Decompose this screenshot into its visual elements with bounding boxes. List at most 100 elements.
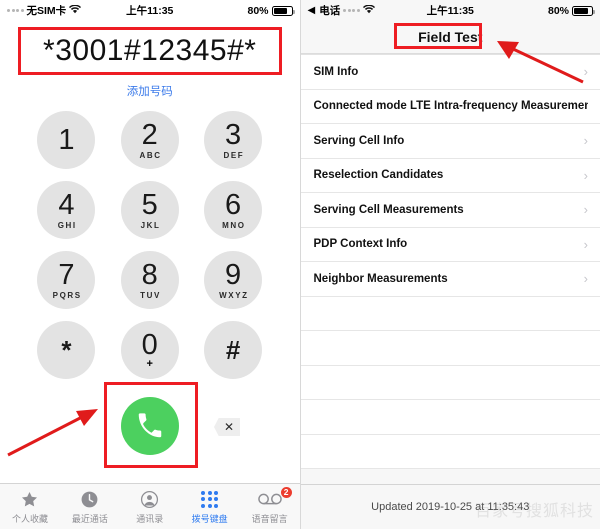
key-4[interactable]: 4 GHI	[37, 181, 96, 239]
tab-label: 个人收藏	[11, 513, 48, 524]
list-item-label: SIM Info	[313, 65, 359, 78]
tab-keypad[interactable]: 拨号键盘	[180, 484, 240, 529]
chevron-right-icon: ›	[583, 202, 588, 218]
list-item-serving-cell-measurements[interactable]: Serving Cell Measurements ›	[300, 193, 600, 228]
dialed-number-display[interactable]: *3001#12345#*	[18, 25, 282, 77]
status-right-group-right: 80%	[547, 4, 595, 17]
chevron-right-icon: ›	[583, 236, 588, 252]
list-item-sim-info[interactable]: SIM Info ›	[300, 55, 600, 90]
dial-keypad: 1 2 ABC 3 DEF 4 GHI 5 JKL 6 MNO 7 PQRS 8 TUV 9W…	[25, 111, 275, 379]
status-bar-right: ◀ 电话 上午11:35 80%	[300, 0, 600, 21]
key-digit: 9	[225, 258, 242, 291]
back-app-label: 电话	[319, 5, 341, 17]
battery-percent-left: 80%	[247, 4, 269, 17]
key-digit: 3	[225, 118, 242, 151]
add-number-link[interactable]: 添加号码	[0, 83, 300, 99]
call-button[interactable]	[121, 397, 179, 455]
phone-icon	[138, 413, 162, 438]
phone-screen-dialer: 无SIM卡 上午11:35 80% *3001#12345#* 添加号码 1 2…	[0, 0, 300, 529]
chevron-right-icon: ›	[583, 133, 588, 149]
key-0[interactable]: 0 +	[120, 321, 179, 379]
list-item-neighbor-measurements[interactable]: Neighbor Measurements ›	[300, 262, 600, 297]
status-left-group-right[interactable]: ◀ 电话	[308, 3, 375, 18]
tab-label: 语音留言	[251, 513, 288, 524]
battery-icon-left	[271, 5, 295, 16]
list-item-empty	[300, 400, 600, 435]
key-letters: WXYZ	[219, 290, 249, 300]
list-item-label: Serving Cell Measurements	[313, 203, 464, 216]
chevron-right-icon: ›	[583, 167, 588, 183]
navigation-bar: Field Test	[300, 21, 600, 54]
key-9[interactable]: 9 WXYZ	[204, 251, 263, 309]
dual-screenshot: 无SIM卡 上午11:35 80% *3001#12345#* 添加号码 1 2…	[0, 0, 600, 529]
key-3[interactable]: 3 DEF	[204, 111, 263, 169]
updated-timestamp: Updated 2019-10-25 at 11:35:43	[371, 501, 530, 513]
list-item-empty	[300, 434, 600, 469]
back-arrow-icon: ◀	[307, 4, 316, 16]
tab-voicemail[interactable]: 2 语音留言	[240, 484, 300, 529]
carrier-label: 无SIM卡	[26, 5, 67, 17]
key-6[interactable]: 6 MNO	[204, 181, 263, 239]
dialed-number-text: *3001#12345#*	[43, 34, 257, 67]
keypad-icon	[201, 489, 219, 510]
key-letters: JKL	[140, 220, 161, 230]
wifi-icon	[362, 4, 375, 17]
list-item-serving-cell-info[interactable]: Serving Cell Info ›	[300, 124, 600, 159]
voicemail-badge: 2	[279, 485, 293, 499]
tab-label: 拨号键盘	[191, 513, 228, 524]
key-letters: DEF	[223, 150, 245, 160]
dialer-action-row: ✕	[0, 382, 300, 468]
key-2[interactable]: 2 ABC	[120, 111, 179, 169]
status-left-group: 无SIM卡	[7, 3, 82, 18]
key-letters: PQRS	[52, 290, 82, 300]
list-item-label: Reselection Candidates	[313, 169, 444, 182]
page-title: Field Test	[418, 29, 483, 45]
list-item-label: Neighbor Measurements	[313, 272, 448, 285]
list-item-empty	[300, 296, 600, 331]
tab-contacts[interactable]: 通讯录	[120, 484, 180, 529]
key-digit: 7	[58, 258, 75, 291]
list-item-label: Connected mode LTE Intra-frequency Measu…	[313, 100, 589, 113]
key-8[interactable]: 8 TUV	[120, 251, 179, 309]
list-item-reselection-candidates[interactable]: Reselection Candidates ›	[300, 158, 600, 193]
phone-screen-field-test: ◀ 电话 上午11:35 80% Field Test SIM Info › C…	[299, 0, 600, 529]
voicemail-icon: 2	[257, 485, 293, 510]
key-letters: MNO	[222, 220, 246, 230]
key-letters: GHI	[57, 220, 77, 230]
key-hash[interactable]: #	[204, 321, 263, 379]
signal-dots-icon	[7, 9, 24, 12]
key-digit: 1	[58, 123, 75, 156]
tab-favorites[interactable]: 个人收藏	[0, 484, 60, 529]
tab-recents[interactable]: 最近通话	[60, 484, 120, 529]
battery-percent-right: 80%	[547, 4, 569, 17]
field-test-list: SIM Info › Connected mode LTE Intra-freq…	[300, 54, 600, 469]
list-item-label: PDP Context Info	[313, 238, 408, 251]
chevron-right-icon: ›	[583, 271, 588, 287]
key-digit: 0	[141, 328, 158, 361]
key-digit: *	[61, 335, 72, 365]
key-digit: 5	[141, 188, 158, 221]
list-item-pdp-context-info[interactable]: PDP Context Info ›	[300, 227, 600, 262]
wifi-icon	[69, 4, 82, 17]
annotation-arrow-call	[7, 409, 98, 457]
key-digit: 8	[141, 258, 158, 291]
signal-dots-icon	[343, 9, 360, 12]
chevron-right-icon: ›	[583, 64, 588, 80]
key-digit: 4	[58, 188, 75, 221]
star-icon	[20, 489, 39, 510]
key-5[interactable]: 5 JKL	[120, 181, 179, 239]
clock-icon	[80, 489, 99, 510]
list-item-empty	[300, 331, 600, 366]
list-item-lte-intra-freq[interactable]: Connected mode LTE Intra-frequency Measu…	[300, 89, 600, 124]
contact-icon	[140, 489, 159, 510]
key-letters: TUV	[140, 290, 161, 300]
delete-backspace-button[interactable]: ✕	[214, 418, 240, 436]
key-1[interactable]: 1	[37, 111, 96, 169]
bottom-tab-bar: 个人收藏 最近通话 通讯录 拨号键盘 2 语音留言	[0, 483, 300, 529]
list-item-empty	[300, 365, 600, 400]
key-digit: 6	[225, 188, 242, 221]
tab-label: 最近通话	[71, 513, 108, 524]
key-7[interactable]: 7 PQRS	[37, 251, 96, 309]
key-star[interactable]: *	[37, 321, 96, 379]
key-digit: 2	[141, 118, 158, 151]
